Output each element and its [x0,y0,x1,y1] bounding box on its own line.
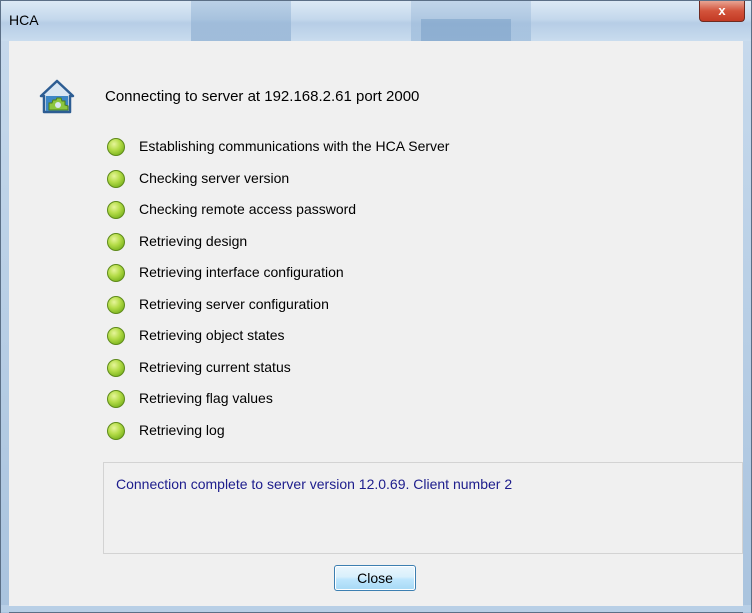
close-icon: x [718,3,726,18]
status-green-light-icon [107,295,125,314]
step-item: Retrieving interface configuration [107,263,527,285]
step-label: Retrieving flag values [139,390,273,406]
step-item: Establishing communications with the HCA… [107,137,527,159]
status-green-light-icon [107,201,125,219]
step-item: Retrieving design [107,232,527,254]
step-label: Establishing communications with the HCA… [139,138,450,154]
step-label: Retrieving object states [139,327,285,343]
title-bar-glass [191,1,291,41]
step-item: Retrieving server configuration [107,295,527,317]
status-green-light-icon [107,327,125,345]
step-label: Retrieving interface configuration [139,264,344,280]
status-green-light-icon [107,421,125,440]
step-item: Checking remote access password [107,200,527,222]
step-item: Retrieving object states [107,326,527,348]
step-label: Retrieving log [139,421,225,438]
window-frame-bottom [1,605,751,612]
status-green-light-icon [107,264,125,282]
status-green-light-icon [107,390,125,408]
step-item: Retrieving flag values [107,389,527,411]
step-label: Retrieving design [139,232,248,249]
step-label: Retrieving current status [139,358,291,375]
status-green-light-icon [107,232,125,251]
close-button[interactable]: Close [334,565,416,591]
status-message: Connection complete to server version 12… [116,476,513,492]
window-close-button[interactable]: x [699,1,745,22]
status-green-light-icon [107,358,125,377]
window-title: HCA [9,12,39,28]
step-item: Retrieving log [107,421,527,443]
step-item: Checking server version [107,169,527,191]
status-panel: Connection complete to server version 12… [103,462,743,554]
window-frame-right [743,41,751,613]
title-bar[interactable]: HCA x [1,1,751,41]
step-label: Checking server version [139,169,290,186]
step-label: Retrieving server configuration [139,295,329,312]
connecting-message: Connecting to server at 192.168.2.61 por… [105,88,420,105]
window-frame-left [1,41,9,613]
step-label: Checking remote access password [139,201,357,217]
step-item: Retrieving current status [107,358,527,380]
hca-connect-dialog: HCA x Connecting to server at 192.168.2.… [0,0,752,613]
status-green-light-icon [107,169,125,188]
hca-house-gear-icon [39,79,75,114]
status-green-light-icon [107,138,125,156]
title-bar-glass [421,19,511,41]
